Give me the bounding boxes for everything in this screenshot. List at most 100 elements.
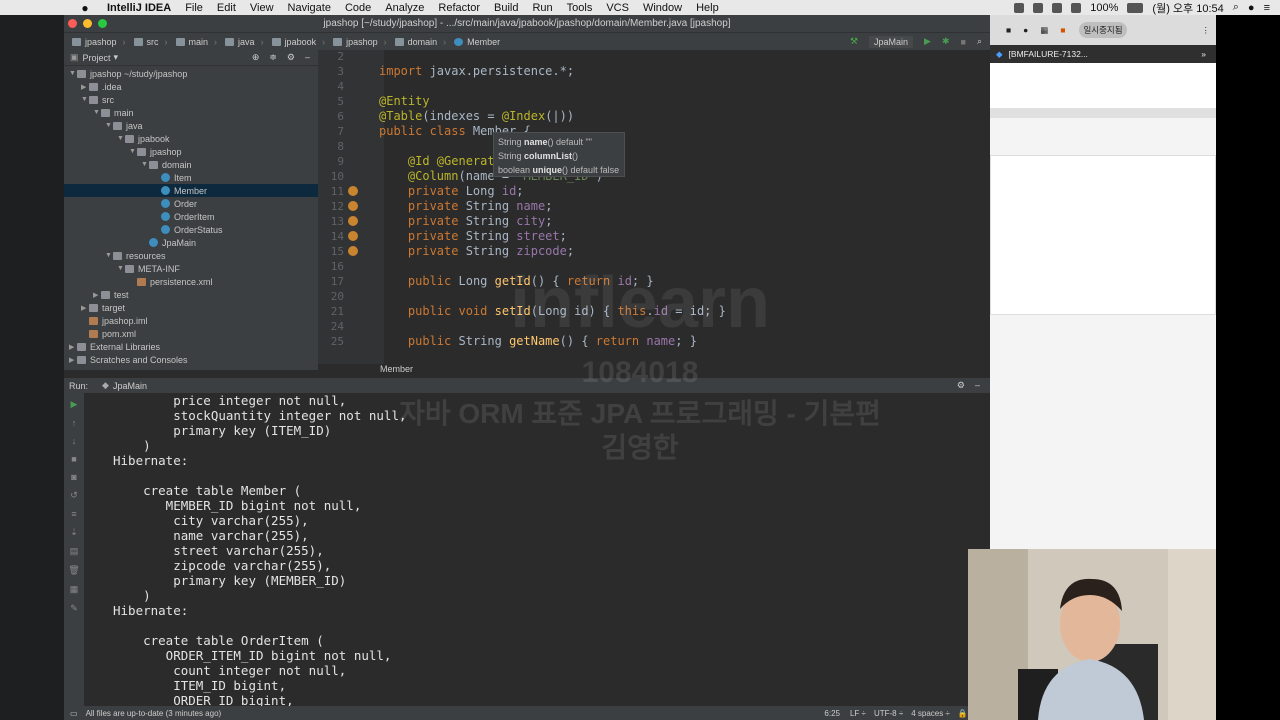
scroll-icon[interactable]: ⇣ [70,527,78,538]
tree-item[interactable]: ▶ .idea [64,80,318,93]
menu-item-navigate[interactable]: Navigate [281,2,338,14]
tree-item[interactable]: persistence.xml [64,275,318,288]
code-line[interactable]: @Table(indexes = @Index(|)) [379,109,574,124]
notification-icon[interactable]: ≡ [1264,2,1270,14]
debug-icon[interactable]: ✱ [942,36,950,47]
profile-badge[interactable]: 일시중지됨 [1079,22,1127,38]
chevron-down-icon[interactable]: ▼ [69,70,77,77]
tree-item[interactable]: ▼ main [64,106,318,119]
build-icon[interactable]: ⚒ [850,36,858,47]
breadcrumb-item[interactable]: java › [225,37,264,47]
tree-item[interactable]: ▼ domain [64,158,318,171]
gear-icon[interactable]: ⚙ [287,52,295,63]
code-line[interactable]: @Entity [379,94,430,109]
tree-item[interactable]: Order [64,197,318,210]
chevron-down-icon[interactable]: ▼ [93,109,101,116]
chevron-down-icon[interactable]: ▼ [117,265,125,272]
field-icon[interactable] [348,186,358,196]
search-icon[interactable]: ⌕ [1233,1,1239,14]
tree-item[interactable]: JpaMain [64,236,318,249]
extension-icon[interactable]: ■ [1060,25,1065,36]
pin-icon[interactable]: ✎ [70,603,78,614]
chevron-right-icon[interactable]: ▶ [69,343,77,351]
status-icon[interactable] [1052,2,1063,13]
menu-item-analyze[interactable]: Analyze [378,2,431,14]
collapse-icon[interactable]: ≑ [269,52,277,63]
menu-item-edit[interactable]: Edit [210,2,243,14]
breadcrumb-item[interactable]: main › [175,37,217,47]
panel-icon[interactable]: ▭ [70,709,78,718]
tree-item[interactable]: ▼ jpashop ~/study/jpashop [64,67,318,80]
code-line[interactable]: private Long id; [379,184,524,199]
code-line[interactable]: private String city; [379,214,553,229]
chevron-down-icon[interactable]: ▾ [114,52,119,63]
chevron-right-icon[interactable]: ▶ [81,83,89,91]
chevron-down-icon[interactable]: ▼ [105,122,113,129]
clock[interactable]: (월) 오후 10:54 [1152,0,1223,16]
project-label[interactable]: Project [83,53,111,63]
chevron-down-icon[interactable]: ▼ [129,148,137,155]
tree-item[interactable]: ▼ META-INF [64,262,318,275]
wrap-icon[interactable]: ≡ [71,509,76,519]
gear-icon[interactable]: ⚙ [957,380,965,391]
run-config[interactable]: JpaMain [869,35,914,48]
status-icon[interactable] [1014,2,1025,13]
chevron-down-icon[interactable]: ▼ [117,135,125,142]
search-icon[interactable]: ⌕ [977,36,982,47]
menu-item-file[interactable]: File [178,2,210,14]
menu-icon[interactable]: ⋮ [1202,25,1211,36]
menu-item-refactor[interactable]: Refactor [431,2,487,14]
code-line[interactable]: private String street; [379,229,567,244]
chevron-down-icon[interactable]: ▼ [141,161,149,168]
print-icon[interactable]: ▤ [70,546,79,557]
tree-item[interactable]: ▶ External Libraries [64,340,318,353]
camera-icon[interactable]: ◙ [71,472,76,482]
indent-setting[interactable]: 4 spaces ÷ [911,709,950,718]
extension-icon[interactable]: ■ [1006,25,1011,36]
tree-item[interactable]: ▶ target [64,301,318,314]
file-encoding[interactable]: UTF-8 ÷ [874,709,903,718]
locate-icon[interactable]: ⊕ [252,52,260,63]
tree-item[interactable]: ▶ Scratches and Consoles [64,353,318,366]
apple-icon[interactable]: ● [78,1,92,15]
tree-item[interactable]: jpashop.iml [64,314,318,327]
tree-item[interactable]: OrderItem [64,210,318,223]
breadcrumb-item[interactable]: jpashop › [333,37,387,47]
hide-icon[interactable]: – [305,52,310,63]
field-icon[interactable] [348,246,358,256]
wifi-icon[interactable] [1071,2,1082,13]
run-tab[interactable]: JpaMain [113,381,147,391]
tree-item[interactable]: ▼ src [64,93,318,106]
lock-icon[interactable]: 🔒 [958,709,968,718]
menu-item-window[interactable]: Window [636,2,689,14]
field-icon[interactable] [348,201,358,211]
tree-item[interactable]: Item [64,171,318,184]
rerun-icon[interactable]: ▶ [71,399,78,410]
tree-item[interactable]: ▶ test [64,288,318,301]
extension-icon[interactable]: ▦ [1040,25,1048,36]
field-icon[interactable] [348,231,358,241]
run-icon[interactable]: ▶ [924,36,931,47]
menu-item-tools[interactable]: Tools [560,2,600,14]
tree-item[interactable]: ▼ jpashop [64,145,318,158]
breadcrumb-item[interactable]: Member [454,37,500,47]
tree-item[interactable]: ▼ jpabook [64,132,318,145]
stop-icon[interactable]: ■ [71,454,76,464]
code-line[interactable]: private String name; [379,199,553,214]
more-bookmarks-icon[interactable]: » [1201,49,1206,59]
line-separator[interactable]: LF ÷ [850,709,866,718]
field-icon[interactable] [348,216,358,226]
chevron-right-icon[interactable]: ▶ [69,356,77,364]
restore-icon[interactable]: ↺ [70,490,78,501]
up-icon[interactable]: ↑ [72,418,77,428]
chevron-right-icon[interactable]: ▶ [93,291,101,299]
menu-item-code[interactable]: Code [338,2,378,14]
code-line[interactable]: private String zipcode; [379,244,574,259]
menu-item-run[interactable]: Run [525,2,559,14]
tree-item[interactable]: ▼ resources [64,249,318,262]
bookmark-item[interactable]: [BMFAILURE-7132... [1009,49,1088,59]
tree-item[interactable]: pom.xml [64,327,318,340]
menu-item-help[interactable]: Help [689,2,726,14]
menu-item-build[interactable]: Build [487,2,525,14]
menu-item-vcs[interactable]: VCS [599,2,636,14]
